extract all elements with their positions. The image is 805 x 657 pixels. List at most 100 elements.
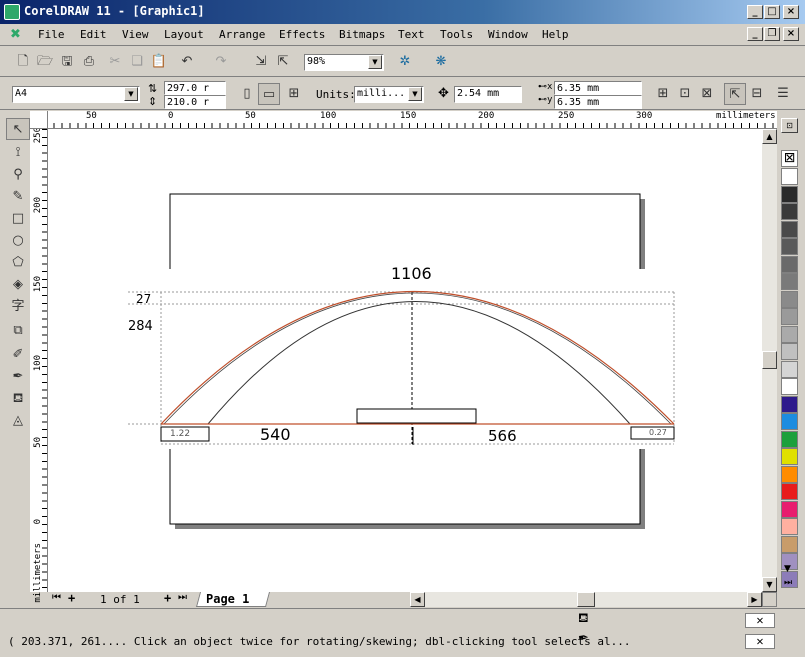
undo-icon[interactable]: ↶ — [176, 51, 198, 73]
scroll-down-button[interactable]: ▼ — [762, 577, 777, 592]
drawing-svg[interactable] — [48, 129, 762, 592]
color-swatch[interactable] — [781, 395, 798, 413]
color-swatch[interactable] — [781, 518, 798, 535]
paste-icon[interactable]: 📋 — [148, 51, 170, 73]
palette-scroll-end-icon[interactable]: ⏭ — [784, 578, 792, 588]
vertical-ruler[interactable]: 250 200 150 100 50 0 millimeters — [30, 127, 48, 603]
doc-close-button[interactable]: × — [783, 27, 799, 41]
options-icon[interactable]: ☰ — [772, 83, 794, 105]
close-button[interactable]: × — [783, 5, 799, 19]
color-swatch[interactable] — [781, 308, 798, 325]
cut-icon[interactable]: ✂ — [104, 51, 126, 73]
duplicate-y-field[interactable]: 6.35 mm — [554, 95, 642, 109]
pick-tool-icon[interactable]: ↖ — [6, 118, 30, 140]
new-icon[interactable]: 🗋 — [12, 51, 34, 73]
polygon-tool-icon[interactable]: ⬠ — [6, 252, 30, 274]
no-fill-swatch[interactable]: ⊠ — [781, 150, 798, 167]
menu-text[interactable]: Text — [398, 28, 425, 41]
paper-width-field[interactable]: 297.0 r — [164, 81, 226, 95]
paper-size-dropdown-button[interactable]: ▼ — [124, 87, 138, 101]
freehand-tool-icon[interactable]: ✎ — [6, 186, 30, 208]
scroll-thumb[interactable] — [577, 592, 595, 607]
text-tool-icon[interactable]: 字 — [6, 296, 30, 318]
horizontal-scrollbar[interactable]: ◀ ▶ — [410, 592, 762, 607]
redo-icon[interactable]: ↷ — [210, 51, 232, 73]
drawing-canvas[interactable]: 1106 27 284 540 566 1.22 0.27 — [48, 129, 762, 592]
color-swatch[interactable] — [781, 168, 798, 185]
color-swatch[interactable] — [781, 465, 798, 483]
vertical-scrollbar[interactable]: ▲ ▼ — [762, 129, 777, 592]
color-swatch[interactable] — [781, 325, 798, 343]
ellipse-tool-icon[interactable]: ○ — [6, 230, 30, 252]
snap-grid-icon[interactable]: ⊞ — [652, 83, 674, 105]
menu-arrange[interactable]: Arrange — [219, 28, 265, 41]
outline-tool-icon[interactable]: ✒ — [6, 366, 30, 388]
color-swatch[interactable] — [781, 290, 798, 308]
zoom-tool-icon[interactable]: ⚲ — [6, 164, 30, 186]
page-layout-icon[interactable]: ⊞ — [283, 83, 305, 105]
color-swatch[interactable] — [781, 203, 798, 220]
treat-as-filled-icon[interactable]: ⇱ — [724, 83, 746, 105]
rectangle-tool-icon[interactable]: □ — [6, 208, 30, 230]
scroll-left-button[interactable]: ◀ — [410, 592, 425, 607]
add-page-after-button[interactable]: + — [164, 591, 171, 605]
paper-height-field[interactable]: 210.0 r — [164, 95, 226, 109]
units-dropdown-button[interactable]: ▼ — [408, 87, 422, 101]
draw-properties-icon[interactable]: ⊟ — [746, 83, 768, 105]
color-swatch[interactable] — [781, 360, 798, 378]
fill-none-swatch[interactable]: ✕ — [745, 613, 775, 628]
palette-flyout-button[interactable]: ⊡ — [781, 118, 798, 133]
nudge-distance-field[interactable]: 2.54 mm — [454, 86, 522, 103]
export-icon[interactable]: ⇱ — [272, 51, 294, 73]
interactive-blend-tool-icon[interactable]: ⧉ — [6, 320, 30, 342]
ruler-origin[interactable] — [30, 111, 48, 129]
scroll-right-button[interactable]: ▶ — [747, 592, 762, 607]
color-swatch[interactable] — [781, 220, 798, 238]
basic-shapes-tool-icon[interactable]: ◈ — [6, 274, 30, 296]
zoom-dropdown-button[interactable]: ▼ — [368, 55, 382, 69]
app-launcher-icon[interactable]: ✲ — [394, 51, 416, 73]
menu-edit[interactable]: Edit — [80, 28, 107, 41]
color-swatch[interactable] — [781, 238, 798, 255]
doc-restore-button[interactable]: ❐ — [764, 27, 780, 41]
shape-tool-icon[interactable]: ⟟ — [6, 142, 30, 164]
paper-size-field[interactable]: A4 — [12, 86, 140, 103]
menu-layout[interactable]: Layout — [164, 28, 204, 41]
color-swatch[interactable] — [781, 185, 798, 203]
menu-view[interactable]: View — [122, 28, 149, 41]
color-swatch[interactable] — [781, 343, 798, 360]
save-icon[interactable]: 🖫 — [56, 51, 78, 73]
interactive-fill-tool-icon[interactable]: ◬ — [6, 410, 30, 432]
color-swatch[interactable] — [781, 430, 798, 448]
color-swatch[interactable] — [781, 535, 798, 553]
scroll-up-button[interactable]: ▲ — [762, 129, 777, 144]
menu-effects[interactable]: Effects — [279, 28, 325, 41]
maximize-button[interactable]: □ — [764, 5, 780, 19]
color-swatch[interactable] — [781, 255, 798, 273]
menu-window[interactable]: Window — [488, 28, 528, 41]
snap-guidelines-icon[interactable]: ⊡ — [674, 83, 696, 105]
menu-file[interactable]: File — [38, 28, 65, 41]
print-icon[interactable]: ⎙ — [78, 51, 100, 73]
minimize-button[interactable]: _ — [747, 5, 763, 19]
color-swatch[interactable] — [781, 273, 798, 290]
fill-tool-icon[interactable]: ⛾ — [6, 388, 30, 410]
corel-online-icon[interactable]: ❋ — [430, 51, 452, 73]
snap-objects-icon[interactable]: ⊠ — [696, 83, 718, 105]
open-icon[interactable]: 🗁 — [34, 51, 56, 73]
color-swatch[interactable] — [781, 500, 798, 518]
outline-none-swatch[interactable]: ✕ — [745, 634, 775, 649]
add-page-before-button[interactable]: + — [68, 591, 75, 605]
horizontal-ruler[interactable]: 50 0 50 100 150 200 250 300 millimeters — [30, 111, 777, 129]
last-page-button[interactable]: ⏭ — [178, 592, 187, 603]
landscape-icon[interactable]: ▭ — [258, 83, 280, 105]
color-swatch[interactable] — [781, 483, 798, 500]
duplicate-x-field[interactable]: 6.35 mm — [554, 81, 642, 95]
first-page-button[interactable]: ⏮ — [52, 592, 61, 603]
import-icon[interactable]: ⇲ — [250, 51, 272, 73]
menu-help[interactable]: Help — [542, 28, 569, 41]
eyedropper-tool-icon[interactable]: ✐ — [6, 344, 30, 366]
doc-minimize-button[interactable]: _ — [747, 27, 763, 41]
color-swatch[interactable] — [781, 378, 798, 395]
menu-bitmaps[interactable]: Bitmaps — [339, 28, 385, 41]
